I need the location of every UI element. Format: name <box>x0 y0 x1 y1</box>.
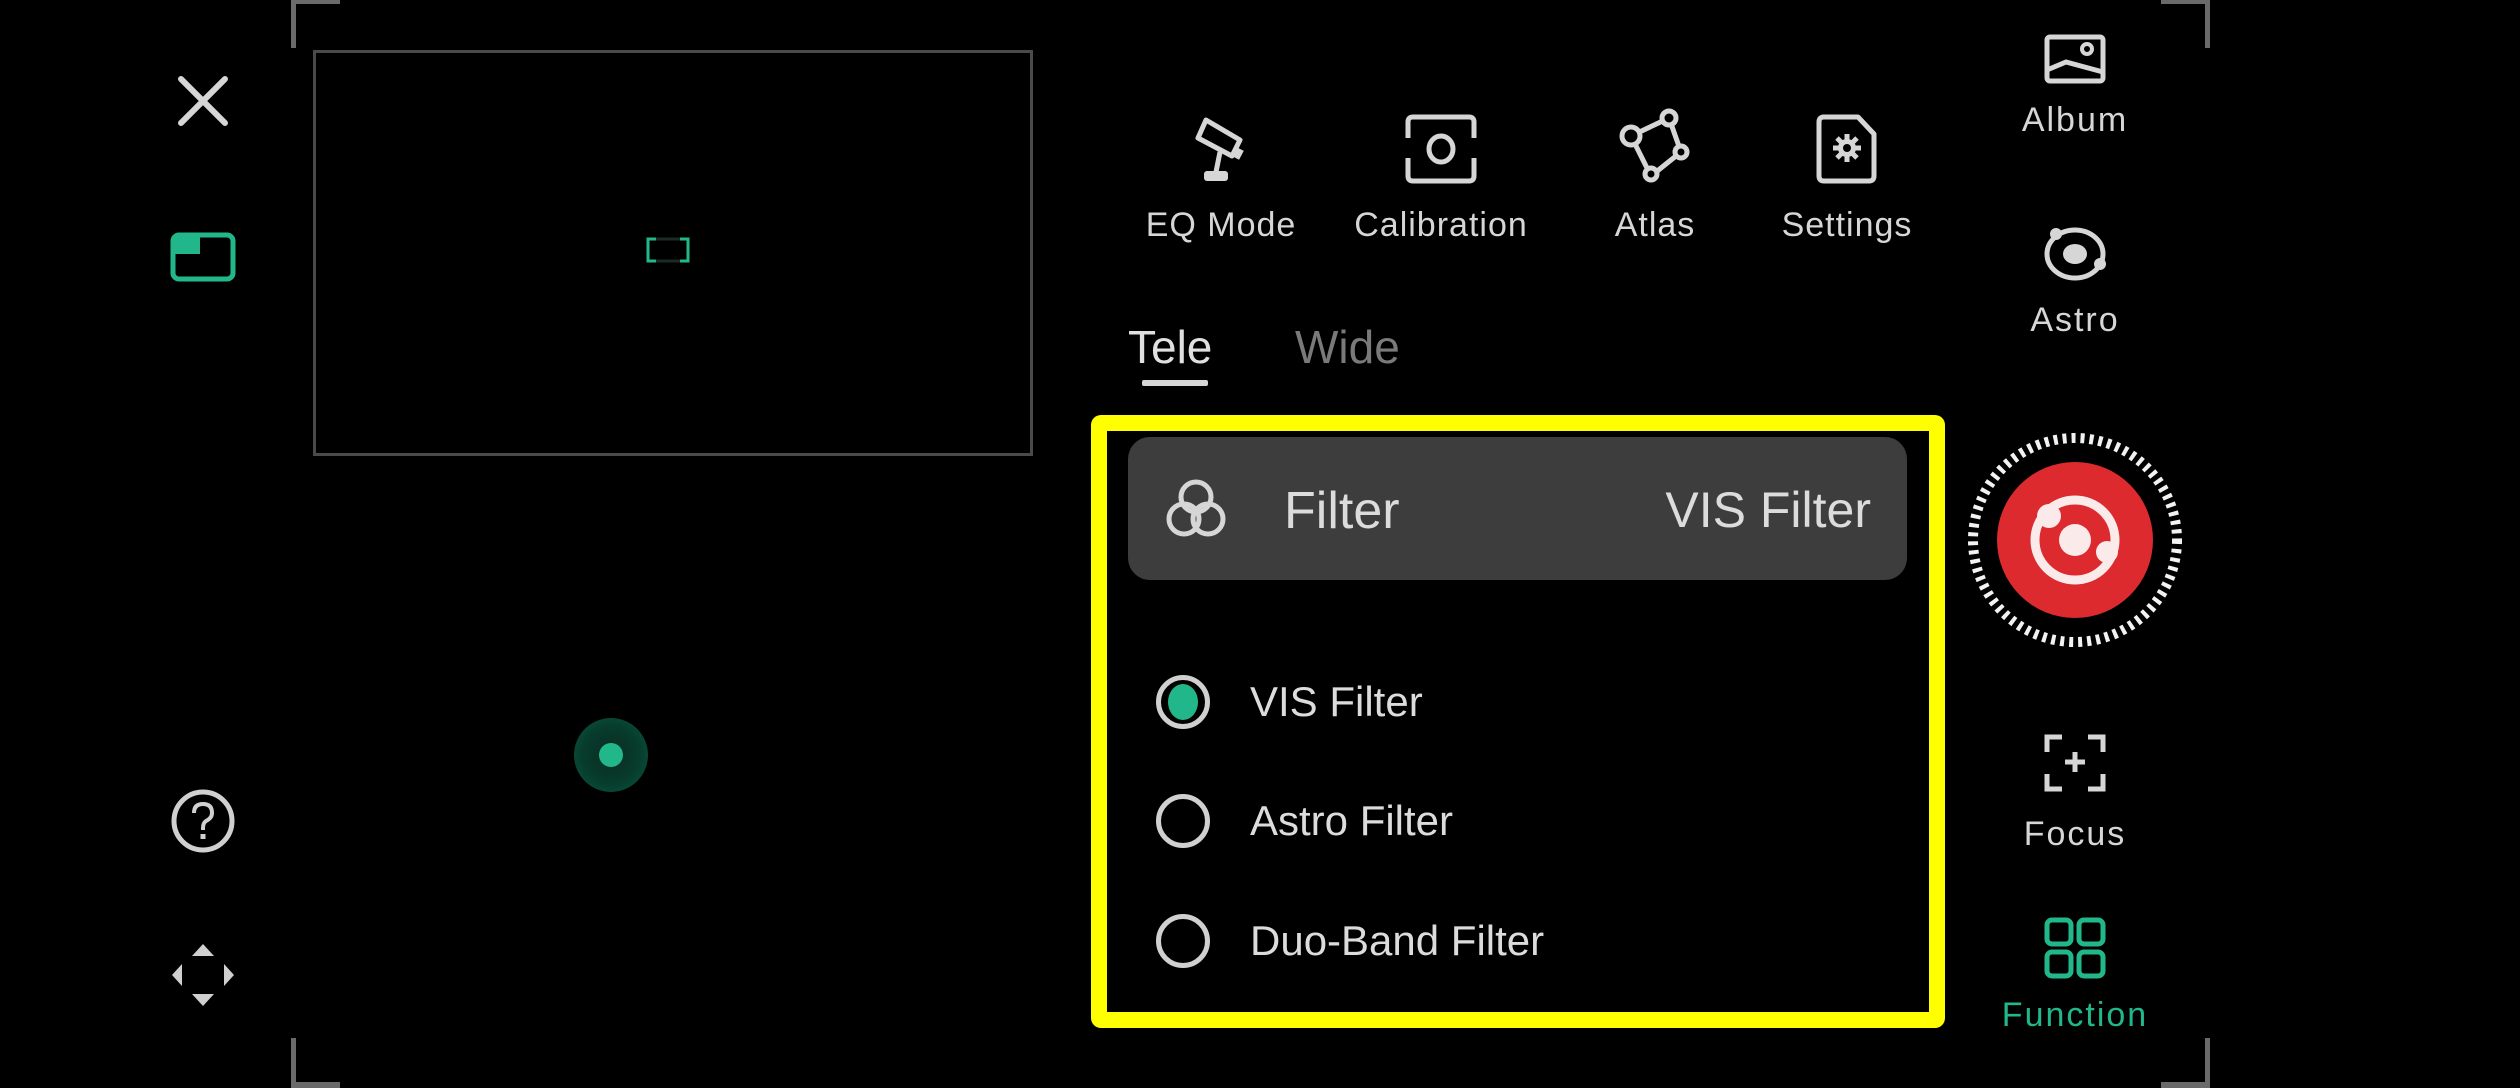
toolbar-label: Atlas <box>1614 206 1696 244</box>
astro-label: Astro <box>2030 301 2120 339</box>
filter-current-value: VIS Filter <box>1665 482 1871 538</box>
filter-option-duo-band[interactable]: Duo-Band Filter <box>1156 906 1544 976</box>
help-button[interactable] <box>168 786 238 856</box>
picture-in-picture-button[interactable] <box>170 230 236 284</box>
toolbar-label: EQ Mode <box>1145 206 1297 244</box>
telescope-icon <box>1195 117 1244 181</box>
shutter-button[interactable] <box>1967 432 2183 648</box>
calibration-icon <box>1405 114 1477 184</box>
function-button[interactable]: Function <box>1975 917 2175 1035</box>
astro-shutter-icon <box>1968 433 2182 647</box>
frame-corner-bottom-left <box>291 1038 340 1088</box>
filter-option-label: Duo-Band Filter <box>1250 917 1545 964</box>
toolbar-eq-mode[interactable]: EQ Mode <box>1111 108 1331 245</box>
astro-button[interactable]: Astro <box>1975 222 2175 340</box>
toolbar-calibration[interactable]: Calibration <box>1331 108 1551 245</box>
frame-corner-top-left <box>291 0 340 48</box>
filter-header[interactable]: Filter VIS Filter <box>1128 437 1907 580</box>
filter-option-label: VIS Filter <box>1250 678 1423 725</box>
grid-icon <box>2044 917 2106 979</box>
radio-button[interactable] <box>1156 794 1210 848</box>
filter-title: Filter <box>1284 482 1400 540</box>
album-label: Album <box>2021 101 2129 139</box>
tab-tele[interactable]: Tele <box>1128 320 1212 374</box>
orbit-icon <box>2044 227 2106 281</box>
function-label: Function <box>2001 996 2149 1034</box>
close-icon <box>178 76 228 126</box>
album-button[interactable]: Album <box>1975 34 2175 140</box>
frame-corner-bottom-right <box>2161 1038 2210 1088</box>
image-icon <box>2044 34 2106 84</box>
radio-button-selected[interactable] <box>1156 675 1210 729</box>
toolbar-atlas[interactable]: Atlas <box>1545 108 1765 245</box>
joystick-control[interactable] <box>574 718 648 792</box>
radio-button[interactable] <box>1156 914 1210 968</box>
toolbar-label: Settings <box>1781 206 1913 244</box>
filter-option-label: Astro Filter <box>1250 797 1454 844</box>
joystick-handle[interactable] <box>599 743 623 767</box>
filter-circles-icon <box>1166 479 1226 537</box>
tab-wide[interactable]: Wide <box>1295 320 1400 374</box>
toolbar-settings[interactable]: Settings <box>1737 108 1957 245</box>
focus-plus-icon <box>2044 734 2106 792</box>
tab-active-indicator <box>1142 380 1208 386</box>
focus-label: Focus <box>2023 815 2127 853</box>
radio-selected-dot <box>1168 684 1198 720</box>
move-button[interactable] <box>168 940 238 1010</box>
focus-button[interactable]: Focus <box>1975 734 2175 854</box>
close-button[interactable] <box>173 71 233 131</box>
filter-option-vis[interactable]: VIS Filter <box>1156 667 1423 737</box>
settings-file-icon <box>1816 114 1877 184</box>
picture-in-picture-icon <box>170 232 236 282</box>
constellation-icon <box>1619 108 1690 183</box>
target-bracket-icon <box>646 237 690 263</box>
filter-option-astro[interactable]: Astro Filter <box>1156 786 1453 856</box>
help-circle-icon <box>171 789 235 853</box>
four-way-arrows-icon <box>172 944 234 1006</box>
toolbar-label: Calibration <box>1354 206 1528 244</box>
